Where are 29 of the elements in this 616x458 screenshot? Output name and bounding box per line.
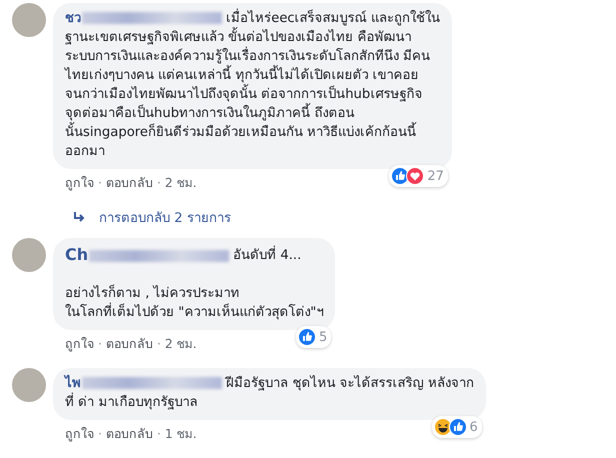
reaction-count: 6 (470, 420, 478, 434)
reaction-count: 27 (427, 168, 444, 184)
comment-text: ไพ ฝีมือรัฐบาล ชุดไหน จะได้สรรเสริญ หลังจาก ที่ ด่า มาเกือบทุกรัฐบาล (65, 374, 474, 412)
action-link[interactable]: ถูกใจ (65, 175, 94, 191)
separator-dot: · (156, 175, 161, 191)
comment-text: ชว เมื่อไหร่eecเสร็จสมบูรณ์ และถูกใช้ใน ฐานะเขตเศรษฐกิจพิเศษแล้ว ขั้นต่อไปของเมืองไทย คือพัฒนา ระบบการเงินและองค์ความรู้ในเรื่องการเงินระดับโลกสักทีนึง มีคน ไทยเก่งๆบางคน แต่คนเหล่านี้ ทุกวันนี้ไม่ได้เปิดเผยตัว เขาคอย จนกว่าเมืองไทยพัฒนาไปถึงจุดนั้น ต่อจากการเป็นhubเศรษฐกิจ จุดต่อมาคือเป็นhubทางการเงินในภูมิภาคนี้ ถึงตอน นั้นsingaporeก็ยินดีร่วมมือด้วยเหมือนกัน หาวิธีแบ่งเค้กก้อนนี้ ออกมา (65, 9, 440, 161)
timestamp-link[interactable]: 1 ชม. (164, 426, 197, 442)
separator-dot: · (98, 426, 102, 442)
reply-arrow-icon (73, 212, 87, 224)
thumbs-up-icon (298, 328, 316, 346)
timestamp-link[interactable]: 2 ชม. (164, 336, 197, 352)
avatar-placeholder (12, 238, 46, 272)
view-replies-link[interactable]: การตอบกลับ 2 รายการ (73, 207, 231, 228)
comment-text: อย่างไรก็ตาม , ไม่ควรประมาท ในโลกที่เต็มไปด้วย "ความเห็นแก่ตัวสุดโต่ง"ฯ (65, 284, 324, 322)
action-link[interactable]: ตอบกลับ (106, 175, 153, 191)
action-link[interactable]: ตอบกลับ (106, 426, 153, 442)
avatar-placeholder (12, 368, 46, 402)
thumbs-up-icon (448, 418, 466, 436)
separator-dot: · (156, 426, 161, 442)
action-link[interactable]: ถูกใจ (65, 336, 94, 352)
separator-dot: · (98, 336, 102, 352)
action-link[interactable]: ตอบกลับ (106, 336, 153, 352)
fan-badge-text: อันดับที่ 4... (233, 244, 302, 265)
timestamp-link[interactable]: 2 ชม. (164, 175, 197, 191)
separator-dot: · (156, 336, 161, 352)
action-link[interactable]: ถูกใจ (65, 426, 94, 442)
avatar-placeholder (12, 3, 46, 37)
separator-dot: · (98, 175, 102, 191)
reaction-count: 5 (319, 330, 328, 344)
